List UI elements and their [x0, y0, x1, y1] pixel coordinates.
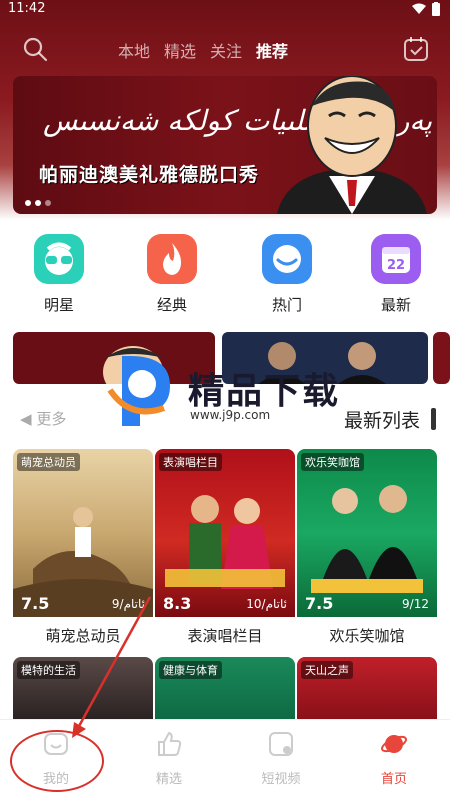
tab-short-video[interactable]: 短视频: [241, 730, 321, 787]
category-row: 明星 经典 热门 22 最新: [0, 234, 450, 314]
tab-recommended[interactable]: 推荐: [256, 38, 288, 62]
top-nav: 本地 精选 关注 推荐: [0, 30, 450, 70]
category-stars[interactable]: 明星: [24, 234, 94, 315]
category-label: 最新: [380, 296, 411, 314]
status-icons: [412, 2, 440, 16]
search-icon[interactable]: [22, 36, 48, 62]
tab-featured[interactable]: 精选: [164, 38, 196, 62]
card-title: 萌宠总动员: [45, 627, 121, 645]
annotation-circle: [10, 730, 104, 792]
card-category-tag: 欢乐笑咖馆: [301, 453, 364, 471]
card-poster-art: [311, 485, 423, 593]
video-card[interactable]: 萌宠总动员 7.5 9/ئاتام 萌宠总动员: [13, 449, 153, 646]
promo-strip-edge: [433, 332, 450, 384]
battery-icon: [432, 2, 440, 16]
tab-label: 短视频: [261, 772, 301, 787]
video-card[interactable]: 表演唱栏目 8.3 10/ئاتام 表演唱栏目: [155, 449, 295, 646]
scroll-indicator: [431, 408, 436, 430]
nav-tabs: 本地 精选 关注 推荐: [118, 38, 288, 62]
tab-home[interactable]: 首页: [354, 730, 434, 787]
card-category-tag: 模特的生活: [17, 661, 80, 679]
card-score: 7.5: [305, 594, 334, 613]
card-poster: 欢乐笑咖馆 7.5 9/12: [297, 449, 437, 617]
tab-following[interactable]: 关注: [210, 38, 242, 62]
video-card[interactable]: 健康与体育: [155, 657, 295, 719]
card-category-tag: 健康与体育: [159, 661, 222, 679]
category-label: 经典: [156, 296, 187, 314]
section-header: ◀ 更多 最新列表: [0, 404, 450, 434]
flame-icon: [147, 234, 197, 284]
card-category-tag: 表演唱栏目: [159, 453, 222, 471]
card-category-tag: 天山之声: [301, 661, 353, 679]
category-hot[interactable]: 热门: [252, 234, 322, 315]
card-category-tag: 萌宠总动员: [17, 453, 80, 471]
category-label: 热门: [271, 296, 302, 314]
banner-comedian-illustration: [277, 76, 427, 214]
more-link[interactable]: ◀ 更多: [20, 408, 66, 429]
banner-carousel[interactable]: پەرىدە ئومىلىيات كولكە شەنسىس 帕丽迪澳美礼雅德脱口…: [13, 76, 437, 214]
card-score: 7.5: [21, 594, 50, 613]
tab-label: 首页: [380, 772, 407, 787]
video-card[interactable]: 模特的生活: [13, 657, 153, 719]
banner-indicator: [25, 200, 51, 206]
video-card[interactable]: 欢乐笑咖馆 7.5 9/12 欢乐笑咖馆: [297, 449, 437, 646]
card-poster-art: [165, 495, 285, 589]
card-title: 欢乐笑咖馆: [329, 627, 405, 645]
tab-featured-bottom[interactable]: 精选: [129, 730, 209, 787]
section-title: 最新列表: [343, 410, 420, 432]
category-newest[interactable]: 22 最新: [361, 234, 431, 315]
tab-local[interactable]: 本地: [118, 38, 150, 62]
category-label: 明星: [43, 296, 74, 314]
calendar-icon: 22: [371, 234, 421, 284]
card-poster: 表演唱栏目 8.3 10/ئاتام: [155, 449, 295, 617]
wifi-icon: [412, 3, 426, 14]
card-title: 表演唱栏目: [187, 627, 263, 645]
tab-label: 精选: [155, 772, 182, 787]
card-episode: 9/ئاتام: [111, 597, 145, 611]
more-link-label: 更多: [36, 410, 67, 428]
category-classic[interactable]: 经典: [137, 234, 207, 315]
calendar-check-icon[interactable]: [402, 35, 430, 63]
card-score: 8.3: [163, 594, 192, 613]
card-episode: 10/ئاتام: [246, 597, 287, 611]
banner-title: 帕丽迪澳美礼雅德脱口秀: [39, 164, 260, 186]
home-planet-icon: [381, 735, 407, 753]
card-episode: 9/12: [402, 597, 429, 611]
card-poster: 萌宠总动员 7.5 9/ئاتام: [13, 449, 153, 617]
status-bar: 11:42: [0, 0, 450, 20]
sunglasses-face-icon: [34, 234, 84, 284]
card-poster-art: [13, 507, 153, 617]
status-time: 11:42: [8, 1, 46, 16]
thumbs-up-icon: [158, 731, 182, 756]
eye-icon: [262, 234, 312, 284]
short-video-icon: [269, 732, 293, 756]
video-card[interactable]: 天山之声: [297, 657, 437, 719]
calendar-badge: 22: [387, 258, 405, 273]
